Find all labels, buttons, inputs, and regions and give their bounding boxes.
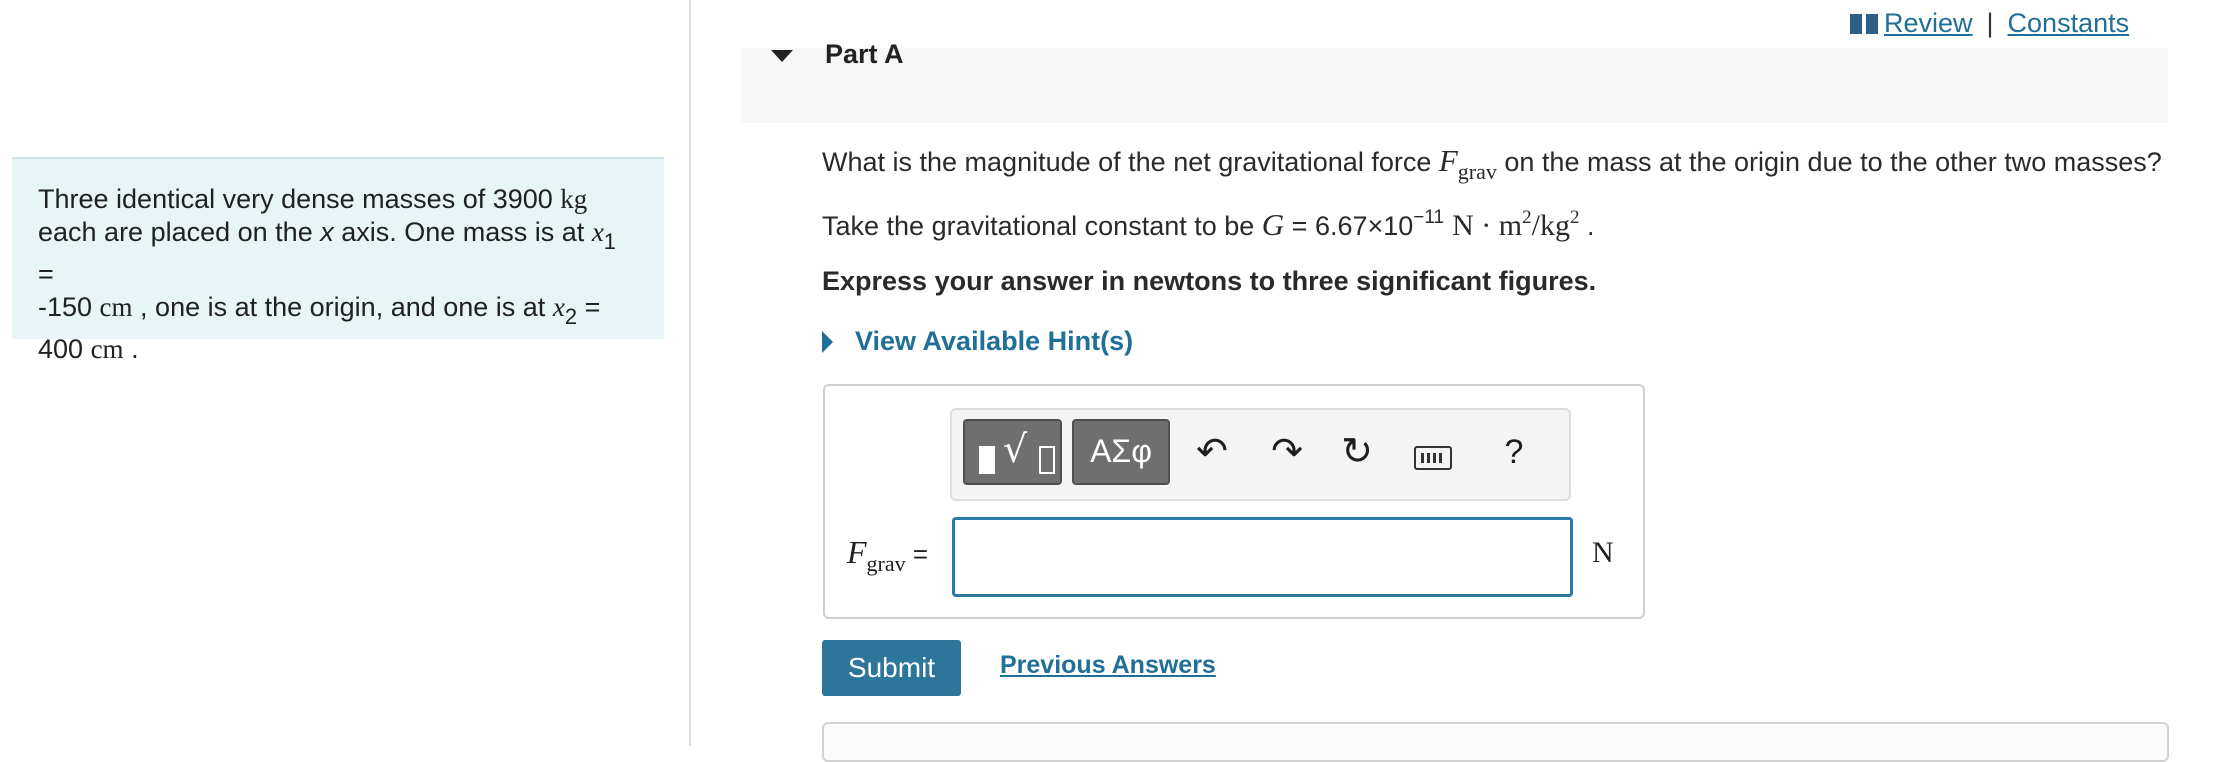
constants-link[interactable]: Constants xyxy=(2008,8,2130,39)
answer-label: Fgrav = xyxy=(847,534,928,577)
template-square-icon xyxy=(979,446,995,474)
undo-icon[interactable]: ↶ xyxy=(1187,424,1237,480)
equals-sign: = xyxy=(38,259,54,289)
problem-text: 400 xyxy=(38,334,91,364)
collapse-arrow-icon[interactable] xyxy=(771,50,793,62)
part-title: Part A xyxy=(825,39,904,69)
templates-button[interactable]: √ xyxy=(963,419,1062,485)
g-symbol: G xyxy=(1261,207,1285,242)
unit-kg: kg xyxy=(560,184,588,214)
g-exponent: −11 xyxy=(1413,207,1445,228)
unit-kg: /kg xyxy=(1531,209,1570,242)
answer-box: √ ΑΣφ ↶ ↷ ↻ ? Fgrav = N xyxy=(823,384,1645,619)
unit-cm: cm xyxy=(99,292,133,322)
question-text: What is the magnitude of the net gravita… xyxy=(822,147,1439,177)
reset-icon[interactable]: ↻ xyxy=(1332,424,1382,480)
part-header[interactable]: Part A xyxy=(741,39,2168,123)
force-symbol: F xyxy=(847,534,867,570)
problem-text: Three identical very dense masses of 390… xyxy=(38,184,561,214)
equals-sign: = xyxy=(577,292,601,322)
force-subscript: grav xyxy=(1457,159,1497,184)
answer-input[interactable] xyxy=(952,517,1573,597)
equals-sign: = xyxy=(905,539,929,569)
template-box-icon xyxy=(1039,446,1055,474)
top-links: Review | Constants xyxy=(1850,8,2129,39)
symbols-button[interactable]: ΑΣφ xyxy=(1072,419,1170,485)
problem-text: each are placed on the xyxy=(38,217,321,247)
review-link[interactable]: Review xyxy=(1884,8,1973,39)
instructions: Express your answer in newtons to three … xyxy=(822,266,1597,296)
view-hints-toggle[interactable]: View Available Hint(s) xyxy=(822,326,1133,357)
x2-subscript: 2 xyxy=(564,304,578,329)
unit-label: N xyxy=(1592,536,1614,569)
question-text: . xyxy=(1579,211,1595,241)
question-text: on the mass at the origin due to the oth… xyxy=(1496,147,2162,177)
g-value: = 6.67×10 xyxy=(1284,211,1414,241)
panel-divider xyxy=(689,0,691,746)
help-icon[interactable]: ? xyxy=(1489,424,1539,480)
x2-symbol: x xyxy=(552,292,565,322)
expand-arrow-icon xyxy=(822,330,833,353)
book-icon xyxy=(1850,13,1878,34)
radical-icon: √ xyxy=(1003,427,1028,471)
question-text: Take the gravitational constant to be xyxy=(822,211,1262,241)
next-section-box xyxy=(822,722,2169,762)
gravitational-constant-line: Take the gravitational constant to be G … xyxy=(822,207,1594,243)
x1-symbol: x xyxy=(591,217,604,247)
force-symbol: F xyxy=(1438,143,1458,178)
link-separator: | xyxy=(1986,8,1994,38)
problem-statement: Three identical very dense masses of 390… xyxy=(12,157,664,364)
x-axis-symbol: x xyxy=(320,217,334,247)
unit-n-m: N · m xyxy=(1452,209,1523,242)
keyboard-icon[interactable] xyxy=(1414,446,1452,470)
submit-button[interactable]: Submit xyxy=(822,640,961,696)
redo-icon[interactable]: ↷ xyxy=(1262,424,1312,480)
math-toolbar: √ ΑΣφ ↶ ↷ ↻ ? xyxy=(950,408,1571,501)
unit-exponent: 2 xyxy=(1522,207,1532,228)
problem-text: -150 xyxy=(38,292,100,322)
x1-subscript: 1 xyxy=(603,229,617,254)
previous-answers-link[interactable]: Previous Answers xyxy=(1000,651,1216,680)
problem-text: , one is at the origin, and one is at xyxy=(132,292,553,322)
question-line: What is the magnitude of the net gravita… xyxy=(822,143,2162,185)
problem-text: axis. One mass is at xyxy=(333,217,592,247)
problem-text: . xyxy=(123,334,139,364)
unit-cm: cm xyxy=(90,334,124,364)
hints-label: View Available Hint(s) xyxy=(855,326,1134,356)
force-subscript: grav xyxy=(866,551,906,576)
